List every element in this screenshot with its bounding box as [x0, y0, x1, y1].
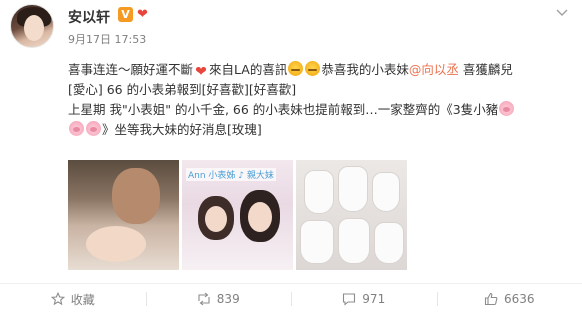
photo-face [248, 202, 272, 232]
pig-emoji-icon [69, 121, 84, 136]
post-text-segment: 來自LA的喜訊 [209, 62, 288, 77]
post-text-segment: 恭喜我的小表妹 [321, 62, 409, 77]
sock [304, 170, 334, 214]
star-icon [50, 291, 65, 306]
like-button[interactable]: 6636 [436, 284, 582, 314]
heart-badge-icon: ❤ [137, 7, 148, 22]
cry-emoji-icon [288, 61, 304, 76]
comment-button[interactable]: 971 [291, 284, 437, 314]
post-text-line: 上星期 我"小表姐" 的小千金, 66 的小表妹也提前報到…一家整齊的《3隻小豬 [68, 100, 572, 120]
post-text-line: [愛心] 66 的小表弟報到[好喜歡][好喜歡] [68, 80, 572, 100]
photo-person [112, 168, 160, 224]
cry-emoji-icon [305, 61, 321, 76]
avatar-face [24, 15, 44, 41]
photo-father-baby[interactable] [68, 160, 179, 270]
post-timestamp[interactable]: 9月17日 17:53 [68, 31, 146, 47]
heart-emoji-icon: ❤ [195, 64, 207, 80]
post-text-line: 喜事连连～願好運不斷 ❤ 來自LA的喜訊 恭喜我的小表妹@向以丞 喜獲麟兒 [68, 60, 572, 80]
photo-baby [86, 226, 146, 262]
post-text-segment: 上星期 我"小表姐" 的小千金, 66 的小表妹也提前報到…一家整齊的《3隻小豬 [68, 102, 499, 117]
favorite-button[interactable]: 收藏 [0, 284, 146, 314]
author-avatar[interactable] [10, 4, 54, 48]
post-text: 喜事连连～願好運不斷 ❤ 來自LA的喜訊 恭喜我的小表妹@向以丞 喜獲麟兒 [愛心] 6… [68, 60, 572, 140]
repost-button[interactable]: 839 [145, 284, 292, 314]
photo-face [205, 206, 227, 232]
pig-emoji-icon [499, 101, 515, 116]
mention-link[interactable]: @向以丞 [409, 62, 459, 77]
thumbs-up-icon [484, 292, 498, 306]
post-text-line: 》坐等我大妹的好消息[玫瑰] [68, 120, 572, 140]
photo-baby-socks[interactable] [296, 160, 407, 270]
photo-caption: Ann 小表姊 ♪ 親大妹 [186, 168, 276, 181]
post-text-segment: 喜事连连～願好運不斷 [68, 62, 194, 77]
pig-emoji-icon [86, 121, 101, 136]
post-text-segment: 喜獲麟兒 [458, 62, 513, 77]
sock [372, 172, 400, 212]
repost-count: 839 [216, 292, 240, 306]
chevron-down-icon[interactable] [554, 6, 570, 22]
action-bar: 收藏 839 971 6636 [0, 284, 582, 314]
sock [374, 222, 404, 264]
post-text-segment: [愛心] 66 的小表弟報到[好喜歡][好喜歡] [68, 82, 297, 97]
sock [300, 220, 334, 264]
verified-badge-icon: V [118, 7, 133, 22]
sock [338, 218, 370, 264]
comment-icon [342, 292, 356, 306]
favorite-label: 收藏 [70, 292, 95, 307]
post-text-segment: 》坐等我大妹的好消息[玫瑰] [102, 122, 262, 137]
photo-two-women[interactable]: Ann 小表姊 ♪ 親大妹 [182, 160, 293, 270]
comment-count: 971 [362, 292, 386, 306]
weibo-post-card: 安以轩 V ❤ 9月17日 17:53 喜事连连～願好運不斷 ❤ 來自LA的喜訊 恭喜… [0, 0, 582, 314]
repost-icon [197, 292, 211, 306]
sock [338, 166, 368, 212]
author-name[interactable]: 安以轩 [68, 7, 110, 27]
like-count: 6636 [503, 292, 535, 306]
